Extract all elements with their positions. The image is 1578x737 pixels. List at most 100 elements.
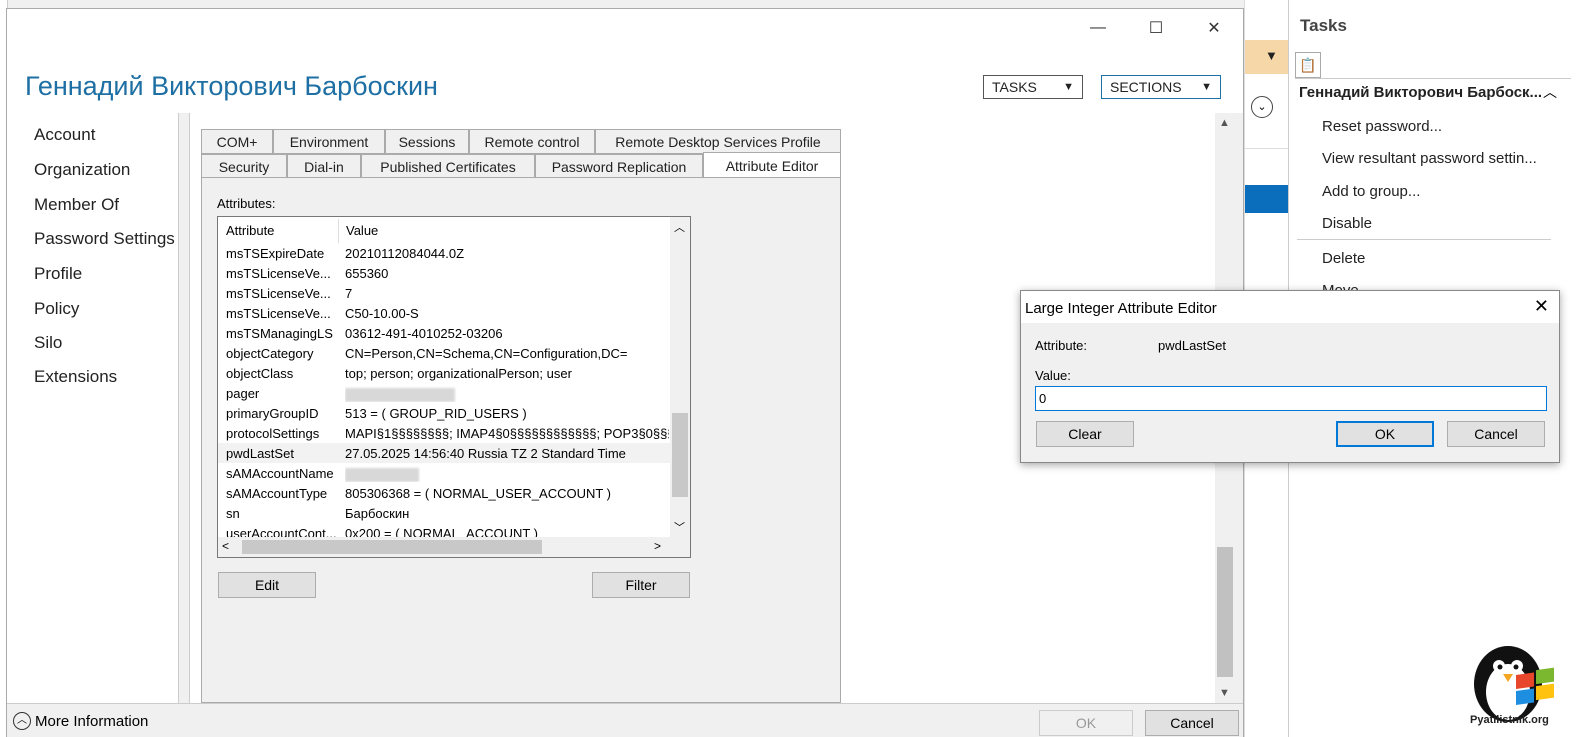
list-item[interactable]: userAccountCont... 0x200 = ( NORMAL_ACCOU… bbox=[218, 523, 670, 537]
list-item[interactable]: sAMAccountName bbox=[218, 463, 670, 483]
task-add-to-group[interactable]: Add to group... bbox=[1322, 183, 1420, 200]
expand-circle-icon[interactable]: ⌄ bbox=[1251, 96, 1273, 118]
tab-sessions[interactable]: Sessions bbox=[385, 129, 469, 154]
list-item[interactable]: msTSLicenseVe... C50-10.00-S bbox=[218, 303, 670, 323]
list-item[interactable]: msTSExpireDate 20210112084044.0Z bbox=[218, 243, 670, 263]
tab-password-replication[interactable]: Password Replication bbox=[535, 154, 703, 179]
tab-rds-profile[interactable]: Remote Desktop Services Profile bbox=[595, 129, 841, 154]
list-item[interactable]: msTSManagingLS 03612-491-4010252-03206 bbox=[218, 323, 670, 343]
filter-button[interactable]: Filter bbox=[592, 572, 690, 598]
scroll-right-icon[interactable]: > bbox=[654, 539, 661, 553]
scroll-left-icon[interactable]: < bbox=[222, 539, 229, 553]
attr-value: MAPI§1§§§§§§§§; IMAP4§0§§§§§§§§§§§§; POP… bbox=[345, 426, 669, 441]
attr-name: pwdLastSet bbox=[226, 446, 294, 461]
nav-item-extensions[interactable]: Extensions bbox=[34, 367, 117, 387]
close-icon[interactable]: ✕ bbox=[1534, 296, 1549, 317]
cancel-button[interactable]: Cancel bbox=[1145, 710, 1239, 736]
list-item[interactable]: pager bbox=[218, 383, 670, 403]
clipboard-icon[interactable]: 📋 bbox=[1295, 52, 1321, 78]
list-item-selected[interactable]: pwdLastSet 27.05.2025 14:56:40 Russia TZ … bbox=[218, 443, 670, 463]
attr-name: userAccountCont... bbox=[226, 526, 337, 537]
nav-item-account[interactable]: Account bbox=[34, 125, 95, 145]
chevron-down-icon: ▼ bbox=[1063, 81, 1074, 93]
list-item[interactable]: sAMAccountType 805306368 = ( NORMAL_USER_… bbox=[218, 483, 670, 503]
attr-name: objectClass bbox=[226, 366, 294, 381]
ok-button-disabled[interactable]: OK bbox=[1039, 710, 1133, 736]
value-input[interactable] bbox=[1035, 386, 1547, 411]
column-header-attribute[interactable]: Attribute bbox=[226, 223, 274, 238]
scrollbar-thumb[interactable] bbox=[242, 540, 542, 554]
clear-button[interactable]: Clear bbox=[1036, 421, 1134, 447]
list-item[interactable]: sn Барбоскин bbox=[218, 503, 670, 523]
tab-published-certificates[interactable]: Published Certificates bbox=[361, 154, 535, 179]
logo-text: Pyatilistnik.org bbox=[1470, 714, 1549, 726]
task-reset-password[interactable]: Reset password... bbox=[1322, 118, 1442, 135]
list-vertical-scrollbar[interactable]: ︿ ﹀ bbox=[670, 217, 690, 537]
dialog-titlebar: Large Integer Attribute Editor ✕ bbox=[1021, 291, 1559, 323]
list-item[interactable]: msTSLicenseVe... 7 bbox=[218, 283, 670, 303]
close-icon[interactable]: ✕ bbox=[1185, 9, 1243, 47]
sections-dropdown-button[interactable]: SECTIONS ▼ bbox=[1101, 75, 1221, 99]
tasks-label: TASKS bbox=[992, 79, 1037, 95]
tab-dial-in[interactable]: Dial-in bbox=[287, 154, 361, 179]
attr-name: msTSManagingLS bbox=[226, 326, 333, 341]
page-title: Геннадий Викторович Барбоскин bbox=[25, 71, 438, 101]
attr-value: 655360 bbox=[345, 266, 389, 281]
cancel-button[interactable]: Cancel bbox=[1447, 421, 1545, 447]
task-disable[interactable]: Disable bbox=[1322, 215, 1372, 232]
attr-value: 0x200 = ( NORMAL_ACCOUNT ) bbox=[345, 526, 539, 537]
tasks-user-header[interactable]: Геннадий Викторович Барбоск... bbox=[1299, 84, 1542, 101]
attr-name: msTSLicenseVe... bbox=[226, 266, 331, 281]
edit-button[interactable]: Edit bbox=[218, 572, 316, 598]
nav-item-silo[interactable]: Silo bbox=[34, 333, 62, 353]
column-separator[interactable] bbox=[338, 219, 339, 243]
scroll-up-icon[interactable]: ▲ bbox=[1219, 117, 1230, 129]
list-horizontal-scrollbar[interactable]: < > bbox=[218, 537, 690, 557]
list-item[interactable]: primaryGroupID 513 = ( GROUP_RID_USERS ) bbox=[218, 403, 670, 423]
chevron-up-icon: ︿ bbox=[13, 712, 31, 730]
more-information-toggle[interactable]: ︿ More Information bbox=[13, 712, 148, 730]
scrollbar-thumb[interactable] bbox=[672, 413, 688, 497]
scroll-up-icon[interactable]: ︿ bbox=[674, 219, 685, 235]
list-item[interactable]: objectCategory CN=Person,CN=Schema,CN=Con… bbox=[218, 343, 670, 363]
chevron-up-icon[interactable]: ︿ bbox=[1543, 82, 1557, 102]
tab-security[interactable]: Security bbox=[201, 154, 287, 179]
attr-name: msTSLicenseVe... bbox=[226, 286, 331, 301]
list-item[interactable]: objectClass top; person; organizationalPe… bbox=[218, 363, 670, 383]
attributes-list[interactable]: Attribute Value msTSExpireDate 2021011208… bbox=[217, 216, 691, 558]
tab-attribute-editor[interactable]: Attribute Editor bbox=[703, 152, 841, 179]
scroll-down-icon[interactable]: ▼ bbox=[1219, 687, 1230, 699]
tab-remote-control[interactable]: Remote control bbox=[469, 129, 595, 154]
scroll-down-icon[interactable]: ﹀ bbox=[674, 519, 685, 535]
attribute-name: pwdLastSet bbox=[1158, 338, 1226, 353]
list-item[interactable]: msTSLicenseVe... 655360 bbox=[218, 263, 670, 283]
nav-item-member-of[interactable]: Member Of bbox=[34, 195, 119, 215]
list-item[interactable]: protocolSettings MAPI§1§§§§§§§§; IMAP4§0§… bbox=[218, 423, 670, 443]
column-header-value[interactable]: Value bbox=[346, 223, 378, 238]
maximize-icon[interactable]: ☐ bbox=[1127, 9, 1185, 47]
nav-item-password-settings[interactable]: Password Settings bbox=[34, 229, 175, 249]
nav-item-profile[interactable]: Profile bbox=[34, 264, 82, 284]
attr-name: protocolSettings bbox=[226, 426, 320, 441]
divider bbox=[1295, 78, 1571, 79]
divider bbox=[1245, 148, 1289, 149]
window-controls: — ☐ ✕ bbox=[1069, 9, 1243, 47]
tab-environment[interactable]: Environment bbox=[273, 129, 385, 154]
tasks-dropdown-button[interactable]: TASKS ▼ bbox=[983, 75, 1083, 99]
nav-item-policy[interactable]: Policy bbox=[34, 299, 79, 319]
task-view-resultant-password-settings[interactable]: View resultant password settin... bbox=[1322, 150, 1537, 167]
chevron-down-icon: ▼ bbox=[1201, 81, 1212, 93]
divider bbox=[1297, 239, 1551, 240]
task-delete[interactable]: Delete bbox=[1322, 250, 1365, 267]
attr-value: CN=Person,CN=Schema,CN=Configuration,DC= bbox=[345, 346, 628, 361]
attr-value: 513 = ( GROUP_RID_USERS ) bbox=[345, 406, 527, 421]
dropdown-arrow-icon[interactable]: ▼ bbox=[1265, 48, 1278, 63]
scrollbar-thumb[interactable] bbox=[1217, 547, 1233, 677]
ok-button[interactable]: OK bbox=[1336, 421, 1434, 447]
tab-com-plus[interactable]: COM+ bbox=[201, 129, 273, 154]
nav-item-organization[interactable]: Organization bbox=[34, 160, 130, 180]
selected-row-highlight bbox=[1245, 185, 1289, 213]
attributes-label: Attributes: bbox=[217, 196, 276, 211]
minimize-icon[interactable]: — bbox=[1069, 9, 1127, 47]
attr-value: 20210112084044.0Z bbox=[345, 246, 465, 261]
